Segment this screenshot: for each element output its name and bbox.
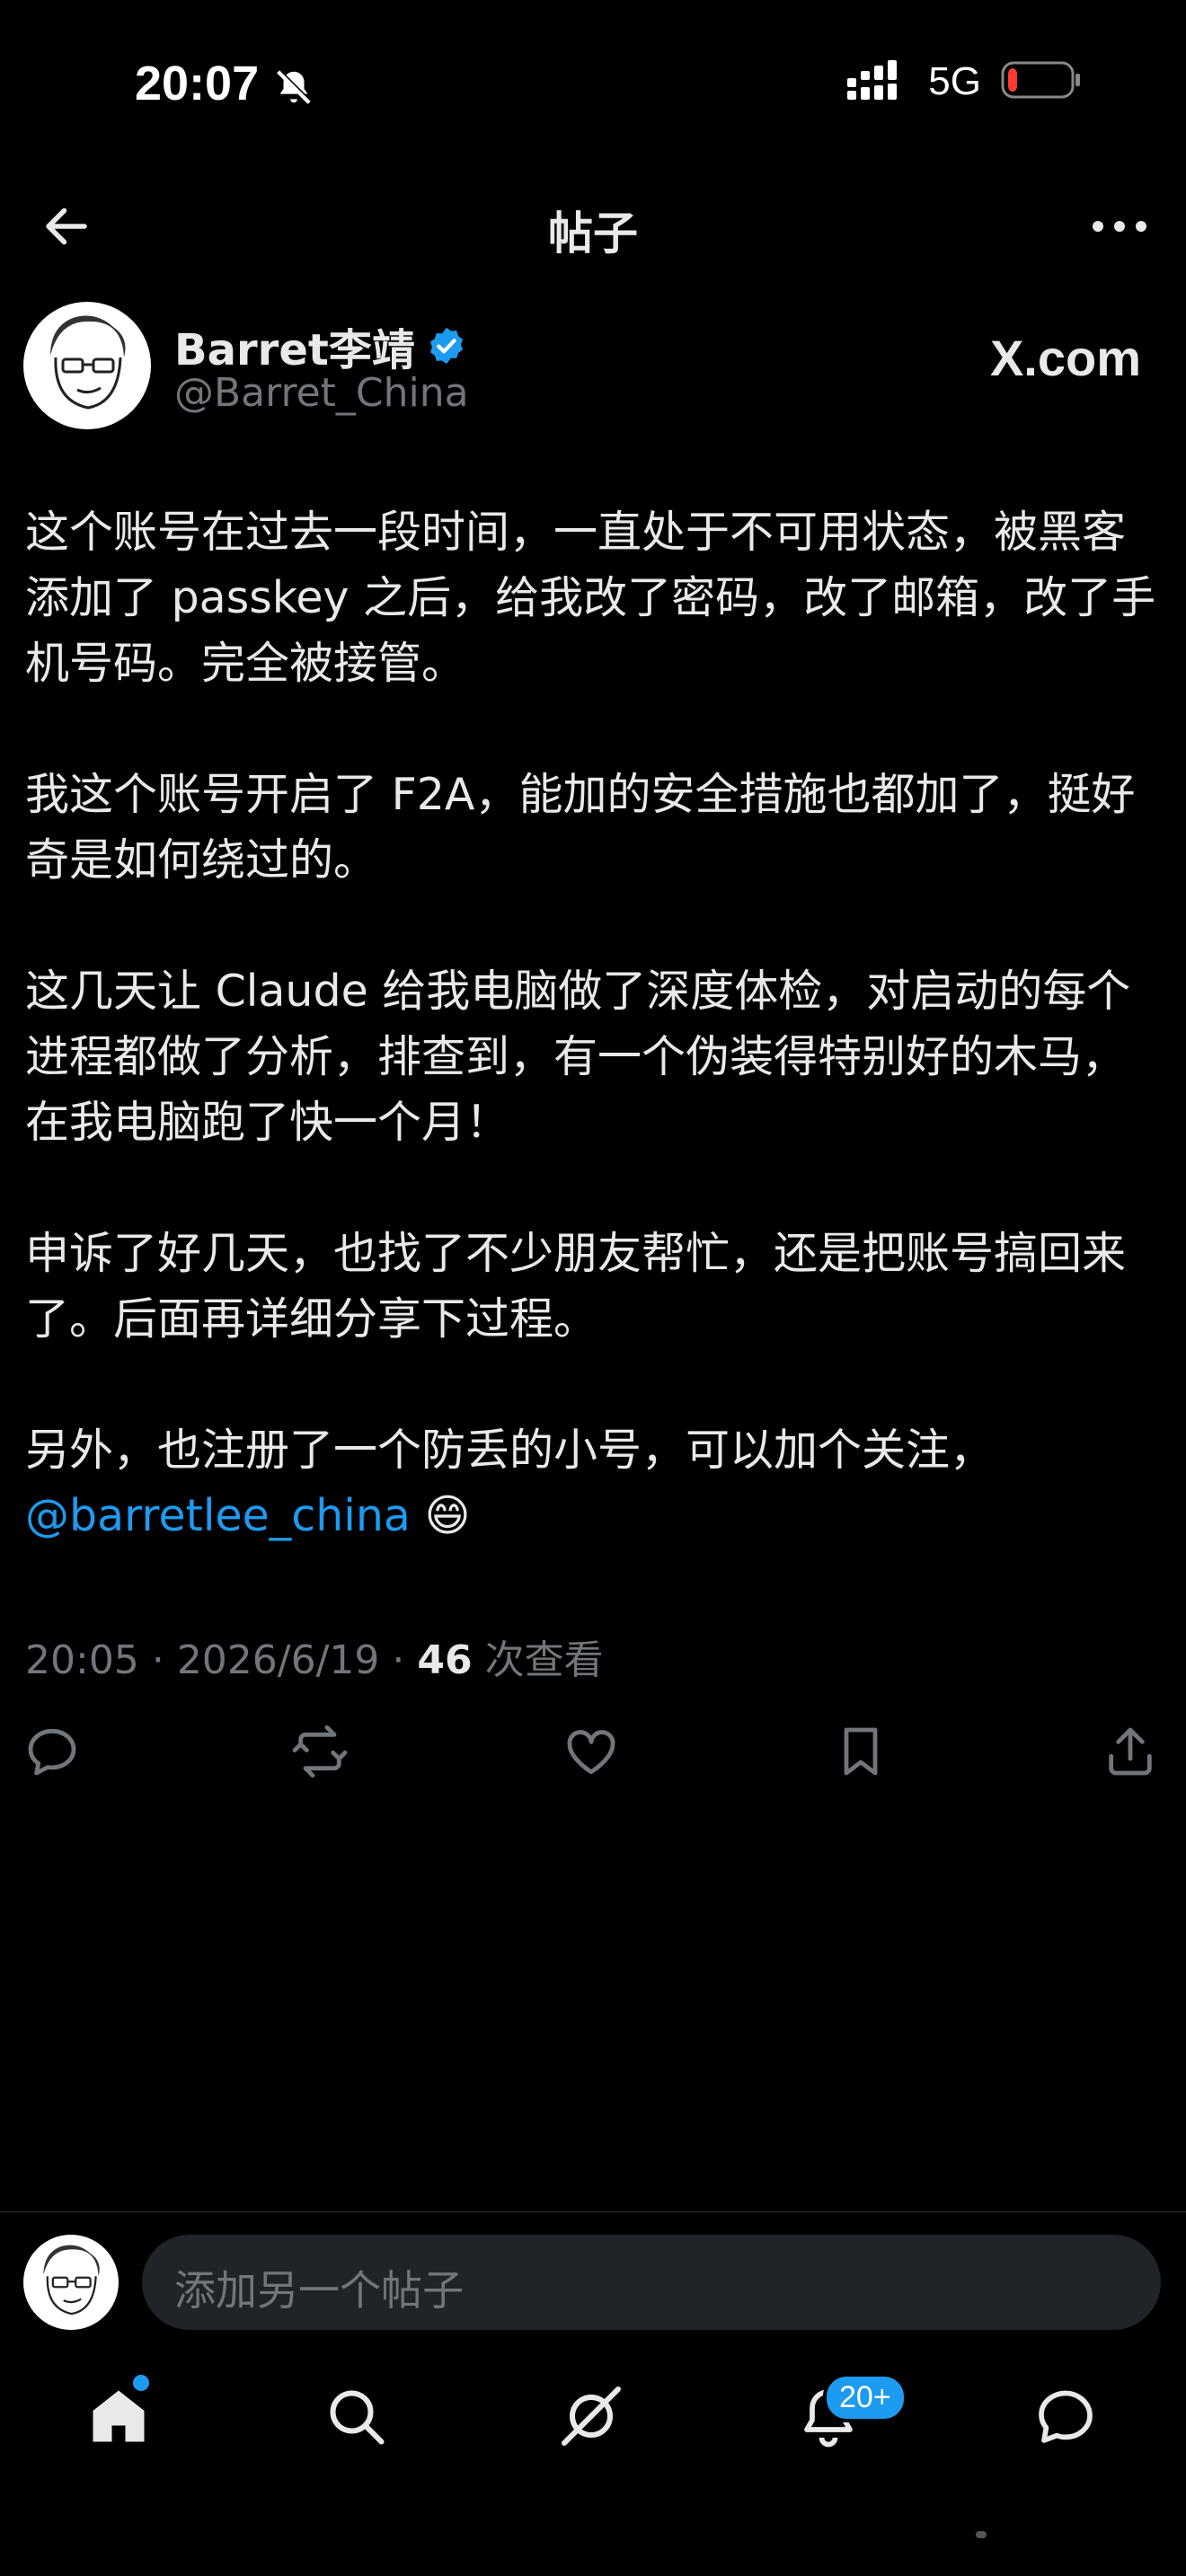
home-icon [93,2390,145,2442]
repost-icon [292,1725,348,1778]
repost-button[interactable] [291,1723,349,1780]
bell-slash-icon [273,66,314,111]
author-name[interactable]: Barret李靖 [174,314,467,377]
like-icon [567,1730,615,1775]
post-time: 20:05 [25,1637,139,1683]
reply-button[interactable] [23,1723,81,1780]
tab-messages[interactable] [1033,2384,1098,2448]
grok-icon [562,2386,621,2446]
home-indicator [976,2531,987,2538]
more-horizontal-icon [1093,221,1146,232]
compose-input[interactable]: 添加另一个帖子 [142,2235,1161,2330]
view-count: 46 [417,1637,473,1683]
source-label: X.com [989,330,1141,386]
status-indicators: 5G [845,59,1082,104]
post-paragraph: 申诉了好几天，也找了不少朋友帮忙，还是把账号搞回来了。后面再详细分享下过程。 [25,1228,1127,1345]
verified-badge-icon [429,327,463,365]
page-title: 帖子 [548,207,638,260]
meta-separator: · [392,1637,405,1683]
chat-icon [1039,2390,1093,2443]
post-date: 2026/6/19 [176,1637,380,1683]
divider [0,2211,1186,2212]
meta-separator: · [151,1637,164,1683]
reply-icon [28,1728,76,1776]
more-button[interactable] [1091,219,1148,237]
post-paragraph: 这几天让 Claude 给我电脑做了深度体检，对启动的每个进程都做了分析，排查到… [25,966,1131,1148]
post-paragraph: 这个账号在过去一段时间，一直处于不可用状态，被黑客添加了 passkey 之后，… [25,507,1156,689]
author-handle[interactable]: @Barret_China [174,370,469,416]
author-display-name: Barret李靖 [174,325,415,375]
battery-icon [1001,59,1082,104]
my-avatar[interactable] [23,2235,119,2330]
like-button[interactable] [562,1723,620,1780]
notification-badge: 20+ [823,2373,907,2422]
network-type: 5G [928,59,981,103]
bookmark-icon [844,1727,878,1776]
share-icon [1109,1727,1152,1776]
tab-grok[interactable] [559,2384,624,2448]
status-time: 20:07 [135,57,260,110]
post-paragraph-last: 另外，也注册了一个防丢的小号，可以加个关注， @barretlee_china … [25,1417,1163,1548]
home-unread-dot [133,2375,149,2391]
share-button[interactable] [1102,1723,1159,1780]
avatar[interactable] [23,302,151,429]
post-meta: 20:05 · 2026/6/19 · 46 次查看 [25,1628,604,1685]
search-icon [330,2390,385,2445]
views-label: 次查看 [484,1637,604,1683]
post-paragraph: 我这个账号开启了 F2A，能加的安全措施也都加了，挺好奇是如何绕过的。 [25,769,1136,886]
post-paragraph: 另外，也注册了一个防丢的小号，可以加个关注， [25,1425,995,1476]
emoji: 😄 [424,1490,471,1541]
post-body: 这个账号在过去一段时间，一直处于不可用状态，被黑客添加了 passkey 之后，… [25,499,1163,1548]
signal-icon [845,60,908,103]
compose-placeholder: 添加另一个帖子 [174,2266,464,2315]
mention-link[interactable]: @barretlee_china [25,1490,411,1541]
tab-home[interactable] [86,2384,151,2448]
bookmark-button[interactable] [832,1723,890,1780]
tab-search[interactable] [323,2384,388,2448]
